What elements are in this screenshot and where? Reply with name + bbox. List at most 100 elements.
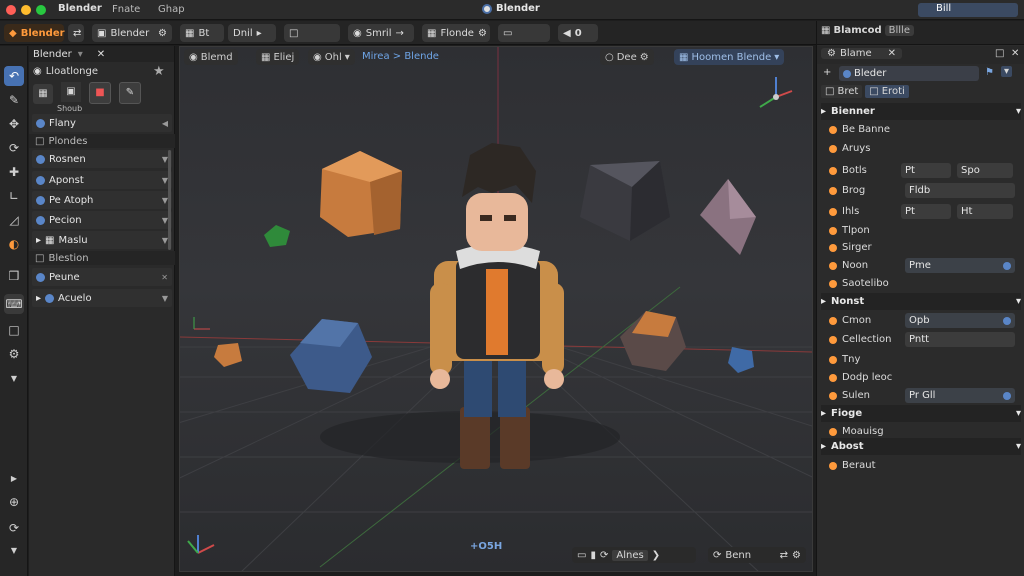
vp-mode-blemd[interactable]: ◉ Blemd <box>184 49 238 65</box>
minimize-window-button[interactable] <box>21 5 31 15</box>
rotate-tool-icon[interactable]: ⟳ <box>4 138 24 158</box>
tool-mesh-icon[interactable]: ▦ <box>33 84 53 104</box>
property-row[interactable]: Saotelibo <box>821 275 1021 292</box>
property-row[interactable]: Sirger <box>821 239 1021 256</box>
top-search-chip[interactable]: Bill <box>918 3 1018 17</box>
vp-view-eliej[interactable]: ▦ Eliej <box>256 49 300 65</box>
property-row[interactable]: ▸ Fioge ▾ <box>821 405 1021 422</box>
property-field[interactable]: Pntt <box>905 332 1015 347</box>
property-field-secondary[interactable]: Spo <box>957 163 1013 178</box>
property-row[interactable]: ▸ Abost ▾ <box>821 438 1021 455</box>
property-row[interactable]: ▸ Bienner ▾ <box>821 103 1021 120</box>
close-panel-icon[interactable]: ✕ <box>1011 48 1019 59</box>
property-row[interactable]: Aruys <box>821 140 1021 157</box>
property-label: Beraut <box>842 460 876 471</box>
tool-brush-icon[interactable]: ■ <box>89 82 111 104</box>
property-label: Brog <box>842 185 866 196</box>
property-field-secondary[interactable]: Ht <box>957 204 1013 219</box>
property-row[interactable]: ▸ Nonst ▾ <box>821 293 1021 310</box>
left-row-peatoph[interactable]: Pe Atoph ▼ <box>32 191 172 209</box>
star-icon[interactable]: ★ <box>153 64 165 79</box>
split-icon[interactable]: □ <box>995 48 1004 59</box>
chevron-down-icon[interactable]: ▼ <box>4 368 24 388</box>
filter-icon[interactable]: ▾ <box>1001 66 1013 77</box>
subtab-eroti[interactable]: □ Eroti <box>865 85 909 98</box>
property-row[interactable]: Be Banne <box>821 121 1021 138</box>
tool-house-icon[interactable]: ▣ <box>61 82 81 102</box>
link-icon: ⇄ <box>73 27 82 39</box>
property-row[interactable]: Beraut <box>821 457 1021 474</box>
move-tool-icon[interactable]: ✥ <box>4 114 24 134</box>
play-tool-icon[interactable]: ▶ <box>4 468 24 488</box>
vp-dee[interactable]: ○ Dee ⚙ <box>600 49 654 65</box>
blender-menu-button[interactable]: ◆ Blender <box>4 24 65 42</box>
close-window-button[interactable] <box>6 5 16 15</box>
left-row-rosnen[interactable]: Rosnen ▼ <box>32 150 172 168</box>
annotate-tool-icon[interactable]: ◿ <box>4 210 24 230</box>
left-panel-tab[interactable]: Blender <box>33 49 72 60</box>
settings-tool-icon[interactable]: ⚙ <box>4 344 24 364</box>
vp-breadcrumb[interactable]: Mirea > Blende <box>362 51 439 62</box>
property-field[interactable]: Pt <box>901 204 951 219</box>
cursor-tool-icon[interactable]: ✎ <box>4 90 24 110</box>
plus-tool-icon[interactable]: ⊕ <box>4 492 24 512</box>
maximize-window-button[interactable] <box>36 5 46 15</box>
property-field[interactable]: Opb <box>905 313 1015 328</box>
vp-bottom-tools[interactable]: ▭ ▮ ⟳ Alnes ❯ <box>572 547 696 563</box>
add-tool-icon[interactable]: ❒ <box>4 266 24 286</box>
close-icon[interactable]: ✕ <box>888 48 896 59</box>
left-row-maslu[interactable]: ▸ ▦ Maslu ▼ <box>32 231 172 249</box>
close-icon[interactable]: ✕ <box>97 49 105 60</box>
workspace-dnil[interactable]: Dnil ▸ <box>228 24 276 42</box>
edit-tool-icon[interactable]: ⌨ <box>4 294 24 314</box>
right-search-field[interactable]: Bleder <box>839 66 979 81</box>
workspace-plain[interactable]: □ <box>284 24 340 42</box>
right-tab-label[interactable]: Blame <box>840 48 872 59</box>
sphere-icon <box>36 175 45 185</box>
left-panel-scrollbar[interactable] <box>168 150 171 250</box>
left-row-aponst[interactable]: Aponst ▼ <box>32 171 172 189</box>
property-field[interactable]: Pr Gll <box>905 388 1015 403</box>
menu-item-2[interactable]: Ghap <box>158 4 185 15</box>
property-row[interactable]: Tlpon <box>821 222 1021 239</box>
gear-icon: ⚙ <box>158 27 167 39</box>
workspace-bt[interactable]: ▦ Bt <box>180 24 224 42</box>
workspace-zero[interactable]: ◀ 0 <box>558 24 598 42</box>
sphere-icon <box>45 293 55 303</box>
left-row-peune[interactable]: Peune ✕ <box>32 268 172 286</box>
menu-item-1[interactable]: Fnate <box>112 4 140 15</box>
workspace-blender[interactable]: ▣ Blender ⚙ <box>92 24 172 42</box>
property-row[interactable]: Dodp leoc <box>821 369 1021 386</box>
right-title-tag[interactable]: Bllle <box>884 25 914 36</box>
property-field[interactable]: Pt <box>901 163 951 178</box>
menu-chip-icon[interactable]: ⇄ <box>68 24 84 42</box>
add-icon[interactable]: + <box>823 67 831 78</box>
app-menu-label[interactable]: Blender <box>58 3 102 14</box>
vp-bottom-right[interactable]: ⟳ Benn ⇄ ⚙ <box>708 547 806 563</box>
workspace-smril[interactable]: ◉ Smril → <box>348 24 414 42</box>
scale-tool-icon[interactable]: ✚ <box>4 162 24 182</box>
vp-select-ohl[interactable]: ◉ Ohl ▾ <box>308 49 355 65</box>
property-row[interactable]: Tny <box>821 351 1021 368</box>
tool-knife-icon[interactable]: ✎ <box>119 82 141 104</box>
dropdown-icon[interactable]: ▾ <box>78 49 83 60</box>
monitor-icon: ▭ <box>577 549 587 561</box>
orange-dot-icon <box>829 226 837 235</box>
subtab-bret[interactable]: □ Bret <box>821 85 863 98</box>
pin-icon[interactable]: ⚑ <box>985 67 994 78</box>
left-row-flany[interactable]: Flany ◀ <box>32 114 172 132</box>
select-tool-icon[interactable]: ↶ <box>4 66 24 86</box>
measure-tool-icon[interactable]: ◐ <box>4 234 24 254</box>
property-field[interactable]: Fldb <box>905 183 1015 198</box>
chevron-down-icon-2[interactable]: ▼ <box>4 540 24 560</box>
workspace-flonde[interactable]: ▦ Flonde ⚙ <box>422 24 490 42</box>
transform-tool-icon[interactable]: ∟ <box>4 186 24 206</box>
workspace-misc[interactable]: ▭ <box>498 24 550 42</box>
left-row-acuelo[interactable]: ▸ Acuelo ▼ <box>32 289 172 307</box>
left-row-pecion[interactable]: Pecion ▼ <box>32 211 172 229</box>
3d-viewport[interactable]: ◉ Blemd ▦ Eliej ◉ Ohl ▾ Mirea > Blende ○ Dee ⚙… <box>179 46 813 572</box>
vp-hoomen[interactable]: ▦ Hoomen Blende ▾ <box>674 49 785 65</box>
sync-tool-icon[interactable]: ⟳ <box>4 518 24 538</box>
property-field[interactable]: Pme <box>905 258 1015 273</box>
shape-tool-icon[interactable]: □ <box>4 320 24 340</box>
